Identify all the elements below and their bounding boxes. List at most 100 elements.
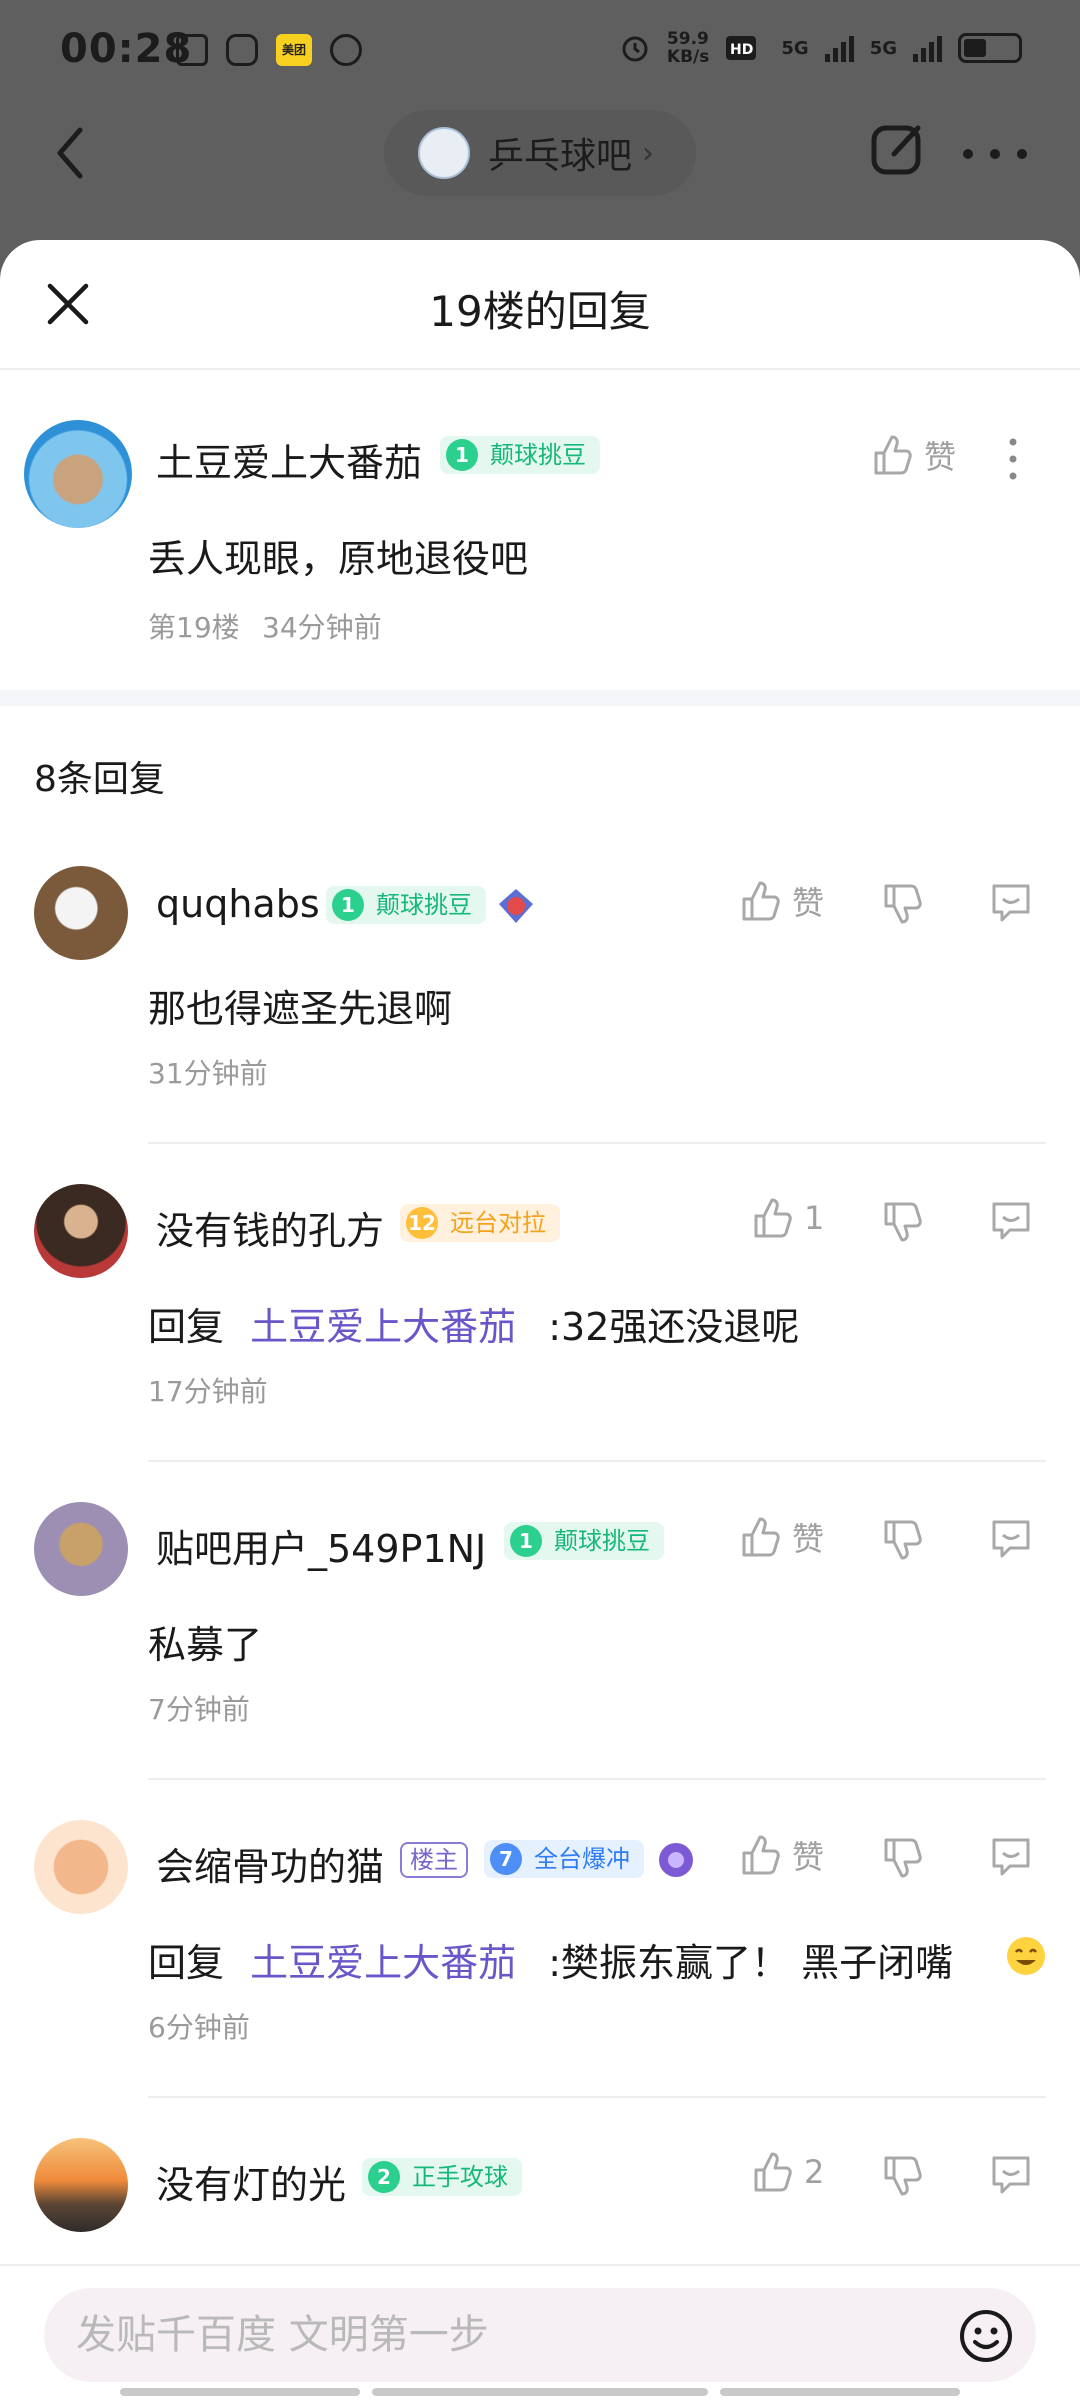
- thumbs-up-icon: [742, 1835, 780, 1875]
- like-button[interactable]: 2: [750, 2150, 824, 2194]
- comment-icon[interactable]: [988, 1834, 1034, 1880]
- post-time: 34分钟前: [262, 611, 382, 644]
- battery-icon: [958, 33, 1022, 63]
- alarm-icon: [622, 36, 648, 62]
- like-label: 赞: [924, 438, 957, 476]
- like-label: 赞: [792, 1838, 825, 1876]
- thumbs-down-icon[interactable]: [880, 2154, 924, 2198]
- reply-time: 17分钟前: [148, 1375, 268, 1408]
- thumbs-down-icon[interactable]: [880, 1836, 924, 1880]
- like-label: 赞: [792, 884, 825, 922]
- chevron-right-icon: ›: [642, 135, 655, 171]
- comment-icon[interactable]: [988, 2152, 1034, 2198]
- level-badge: 12 远台对拉: [400, 1204, 560, 1242]
- like-button[interactable]: 赞: [738, 878, 824, 924]
- edit-icon[interactable]: [870, 122, 926, 178]
- net-speed-value: 59.9: [666, 29, 709, 49]
- main-post: 土豆爱上大番茄 1 颠球挑豆 赞 丢人现眼，原地退役吧 第19楼 34分钟前: [0, 370, 1080, 690]
- net-speed-unit: KB/s: [666, 47, 710, 67]
- reply-content: 回复 土豆爱上大番茄 :樊振东赢了！ 黑子闭嘴: [148, 1932, 953, 1987]
- thumbs-up-icon: [754, 1198, 792, 1238]
- like-button[interactable]: 1: [750, 1196, 824, 1240]
- username[interactable]: 土豆爱上大番茄: [156, 432, 422, 487]
- signal-icon-1: [824, 34, 854, 62]
- section-divider: [0, 690, 1080, 706]
- thumbs-down-icon[interactable]: [880, 1518, 924, 1562]
- comment-icon[interactable]: [988, 1198, 1034, 1244]
- sheet-header: 19楼的回复: [0, 240, 1080, 370]
- like-count: 1: [804, 1199, 825, 1237]
- sheet-title: 19楼的回复: [429, 287, 651, 336]
- badge-level: 2: [368, 2161, 400, 2193]
- badge-title: 正手攻球: [412, 2163, 508, 2191]
- username[interactable]: quqhabs: [156, 882, 320, 926]
- member-badge-icon: [659, 1843, 693, 1877]
- thumbs-down-icon[interactable]: [880, 1200, 924, 1244]
- reply-text: :樊振东赢了！ 黑子闭嘴: [548, 1941, 954, 1985]
- username[interactable]: 没有钱的孔方: [156, 1200, 384, 1255]
- avatar[interactable]: [34, 866, 128, 960]
- thumbs-down-icon[interactable]: [880, 882, 924, 926]
- avatar[interactable]: [34, 1820, 128, 1914]
- top-navigation: 乒乓球吧 ›: [0, 104, 1080, 240]
- reply-prefix: 回复: [148, 1305, 225, 1349]
- home-indicator: [120, 2388, 360, 2396]
- badge-level: 7: [490, 1843, 522, 1875]
- meituan-icon: 美团: [276, 34, 312, 66]
- notification-sync-icon: [330, 34, 362, 66]
- reply-time: 6分钟前: [148, 2011, 250, 2044]
- comment-icon[interactable]: [988, 880, 1034, 926]
- reply-input-container: [44, 2288, 1036, 2382]
- laughing-emoji-icon: [1007, 1937, 1045, 1975]
- badge-level: 1: [446, 439, 478, 471]
- emoji-icon[interactable]: [958, 2308, 1014, 2364]
- level-badge: 1 颠球挑豆: [440, 436, 600, 474]
- reply-count-label: 8条回复: [34, 759, 165, 800]
- reply-item: quqhabs 1 颠球挑豆 赞 那也得遮圣先退啊 31分钟前: [0, 826, 1080, 1144]
- avatar[interactable]: [24, 420, 132, 528]
- reply-content: 回复 土豆爱上大番茄 :32强还没退呢: [148, 1296, 799, 1351]
- more-icon[interactable]: [960, 144, 1030, 164]
- status-notification-icons: 美团: [176, 34, 362, 66]
- badge-title: 远台对拉: [450, 1209, 546, 1237]
- net-speed: 59.9 KB/s: [667, 30, 709, 66]
- like-button[interactable]: 赞: [738, 1832, 824, 1878]
- username[interactable]: 没有灯的光: [156, 2154, 346, 2209]
- forum-name: 乒乓球吧: [488, 136, 633, 177]
- thumbs-up-icon: [742, 881, 780, 921]
- reply-time: 7分钟前: [148, 1693, 250, 1726]
- more-options-icon[interactable]: [998, 436, 1028, 482]
- like-button[interactable]: 赞: [870, 432, 956, 478]
- reply-prefix: 回复: [148, 1941, 225, 1985]
- like-button[interactable]: 赞: [738, 1514, 824, 1560]
- forum-link[interactable]: 乒乓球吧 ›: [384, 110, 696, 196]
- avatar[interactable]: [34, 1502, 128, 1596]
- badge-level: 1: [510, 1525, 542, 1557]
- bottom-input-bar: [0, 2264, 1080, 2400]
- avatar[interactable]: [34, 2138, 128, 2232]
- badge-title: 颠球挑豆: [554, 1527, 650, 1555]
- network-type-2: 5G: [869, 37, 897, 59]
- username[interactable]: 会缩骨功的猫: [156, 1836, 384, 1891]
- reply-to-user[interactable]: 土豆爱上大番茄: [250, 1305, 516, 1349]
- reply-to-user[interactable]: 土豆爱上大番茄: [250, 1941, 516, 1985]
- status-system-icons: 59.9 KB/s HD 5G 5G: [619, 30, 1022, 66]
- owner-tag: 楼主: [400, 1842, 468, 1878]
- back-arrow-icon[interactable]: [40, 118, 100, 188]
- post-floor: 第19楼: [148, 611, 240, 644]
- hd-icon: HD: [726, 36, 757, 60]
- signal-icon-2: [913, 34, 942, 62]
- level-badge: 2 正手攻球: [362, 2158, 522, 2196]
- status-time: 00:28: [60, 26, 193, 72]
- username[interactable]: 贴吧用户_549P1NJ: [156, 1518, 486, 1573]
- member-badge-icon: [499, 889, 533, 923]
- status-bar: 00:28 美团 59.9 KB/s HD 5G 5G: [0, 0, 1080, 104]
- reply-content: 那也得遮圣先退啊: [148, 987, 453, 1031]
- reply-text: :32强还没退呢: [548, 1305, 800, 1349]
- comment-icon[interactable]: [988, 1516, 1034, 1562]
- reply-input[interactable]: [76, 2288, 956, 2382]
- badge-level: 1: [332, 889, 364, 921]
- thumbs-up-icon: [754, 2152, 792, 2192]
- avatar[interactable]: [34, 1184, 128, 1278]
- thumbs-up-icon: [874, 435, 912, 475]
